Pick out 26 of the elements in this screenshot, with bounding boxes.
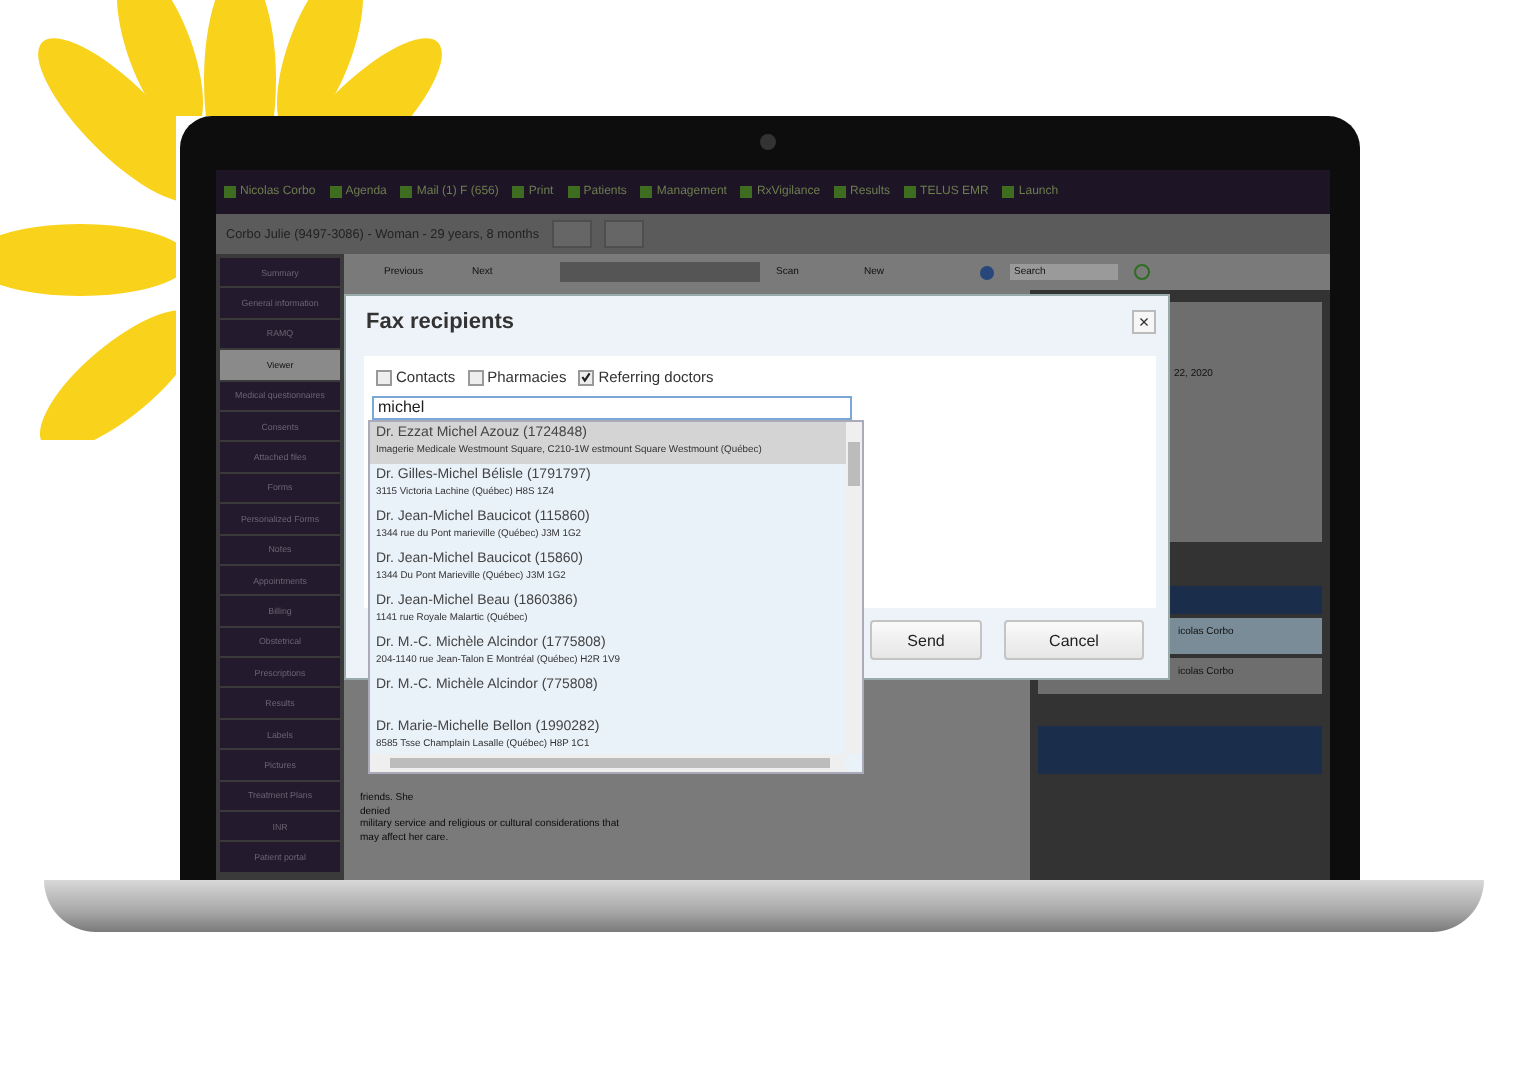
- square-icon: [1002, 186, 1015, 198]
- camera-dot: [760, 134, 776, 150]
- scroll-thumb[interactable]: [848, 442, 860, 486]
- date-field[interactable]: [560, 262, 760, 282]
- vertical-scrollbar[interactable]: [846, 422, 862, 754]
- close-button[interactable]: ×: [1132, 310, 1156, 334]
- square-icon: [740, 186, 753, 198]
- square-icon: [224, 186, 236, 198]
- square-icon: [329, 186, 342, 198]
- square-icon: [904, 186, 917, 198]
- square-icon: [512, 186, 525, 198]
- horizontal-scrollbar[interactable]: [370, 754, 846, 772]
- square-icon: [567, 186, 580, 198]
- scroll-thumb[interactable]: [390, 758, 830, 768]
- search-field[interactable]: michel: [372, 395, 852, 419]
- square-icon: [640, 186, 653, 198]
- square-icon: [400, 186, 413, 198]
- search-icon[interactable]: [1134, 264, 1150, 280]
- checkbox[interactable]: [467, 369, 484, 385]
- square-icon: [834, 186, 847, 198]
- send-button[interactable]: Send: [870, 620, 982, 660]
- info-icon: [980, 265, 994, 279]
- cancel-button[interactable]: Cancel: [1004, 620, 1144, 660]
- dialog-title: Fax recipients: [366, 310, 514, 334]
- checkbox[interactable]: [376, 369, 392, 385]
- checkbox[interactable]: [578, 369, 595, 385]
